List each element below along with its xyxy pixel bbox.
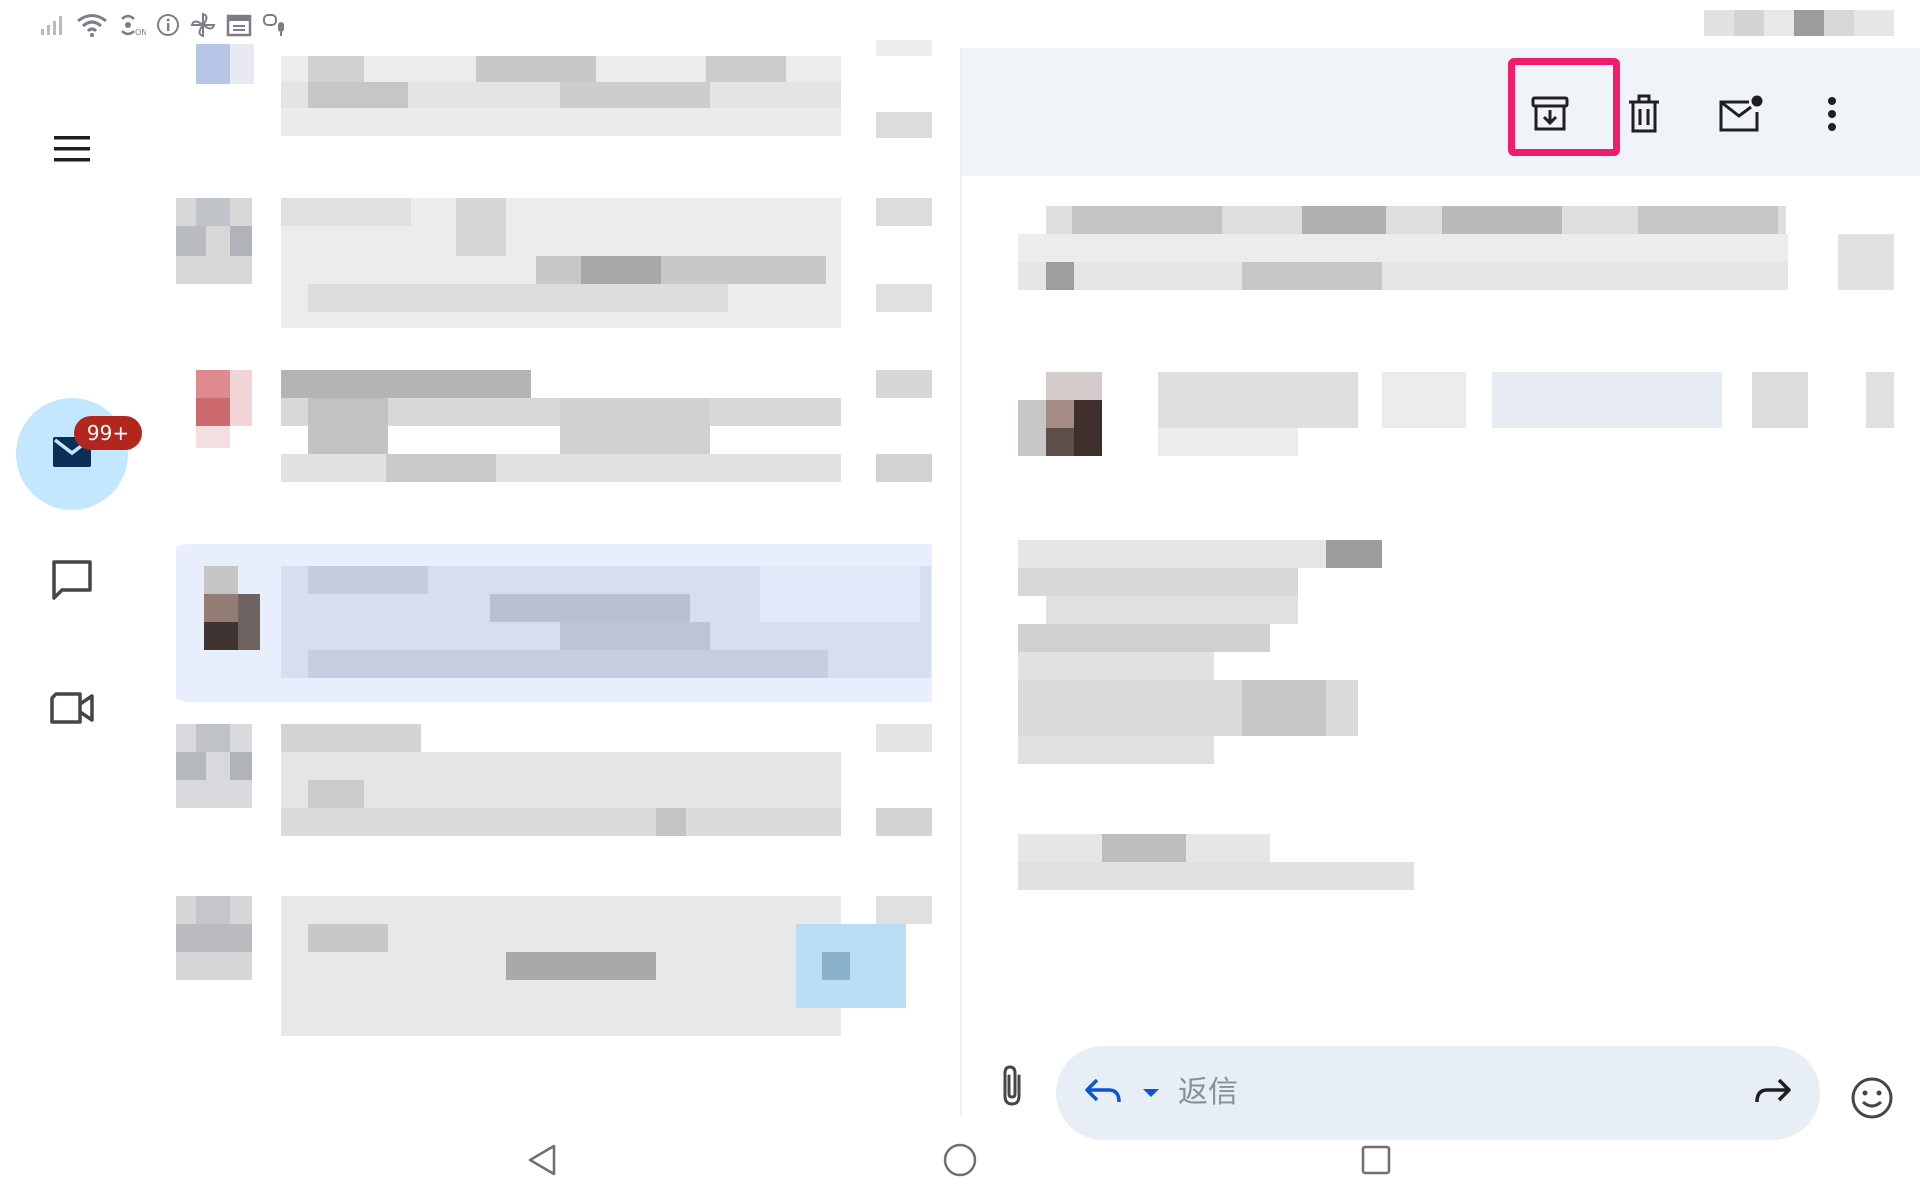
video-icon bbox=[48, 690, 96, 730]
system-nav-bar bbox=[0, 1120, 1920, 1200]
info-icon bbox=[156, 13, 180, 37]
recents-icon bbox=[1360, 1144, 1392, 1180]
menu-button[interactable] bbox=[16, 95, 128, 207]
reply-button[interactable] bbox=[1078, 1068, 1128, 1118]
mail-button[interactable]: 99+ bbox=[16, 398, 142, 510]
status-right-blurred bbox=[1704, 10, 1894, 36]
attach-button[interactable] bbox=[982, 1058, 1042, 1118]
unread-badge: 99+ bbox=[74, 416, 142, 450]
chat-button[interactable] bbox=[16, 526, 128, 638]
hotspot-icon: ON bbox=[118, 13, 146, 37]
more-options-button[interactable] bbox=[1792, 76, 1872, 156]
back-icon bbox=[526, 1143, 558, 1181]
status-bar: ON bbox=[0, 0, 1920, 40]
reading-pane: 返信 bbox=[962, 48, 1920, 1140]
mark-unread-button[interactable] bbox=[1700, 76, 1780, 156]
dropdown-icon bbox=[1141, 1084, 1161, 1103]
pinwheel-icon bbox=[190, 12, 216, 38]
list-item[interactable] bbox=[176, 370, 932, 520]
attach-icon bbox=[998, 1064, 1026, 1112]
home-button[interactable] bbox=[932, 1134, 988, 1190]
gmail-screen: ON 99+ 返信 bbox=[0, 0, 1920, 1200]
recents-button[interactable] bbox=[1348, 1134, 1404, 1190]
reply-mode-dropdown[interactable] bbox=[1136, 1068, 1166, 1118]
svg-text:ON: ON bbox=[135, 28, 146, 37]
calendar-icon bbox=[226, 13, 252, 37]
home-icon bbox=[942, 1142, 978, 1182]
forward-button[interactable] bbox=[1748, 1068, 1798, 1118]
signal-icon bbox=[40, 14, 66, 36]
list-item[interactable] bbox=[176, 896, 932, 1076]
list-item[interactable] bbox=[176, 40, 932, 190]
message-body bbox=[962, 176, 1920, 970]
reply-icon bbox=[1083, 1076, 1123, 1110]
conversation-list[interactable] bbox=[176, 40, 932, 1118]
emoji-icon bbox=[1850, 1076, 1894, 1124]
more-vert-icon bbox=[1826, 96, 1838, 136]
nav-rail: 99+ bbox=[0, 40, 145, 1120]
chat-icon bbox=[50, 558, 94, 606]
reply-label: 返信 bbox=[1178, 1075, 1238, 1110]
wifi-icon bbox=[76, 13, 108, 37]
trash-icon bbox=[1626, 94, 1662, 138]
forward-icon bbox=[1753, 1076, 1793, 1110]
mark-unread-icon bbox=[1717, 94, 1763, 138]
list-item[interactable] bbox=[176, 724, 932, 874]
status-icons: ON bbox=[40, 10, 288, 40]
meet-button[interactable] bbox=[16, 654, 128, 766]
reply-area: 返信 bbox=[962, 970, 1920, 1140]
menu-icon bbox=[52, 134, 92, 168]
mic-icon bbox=[262, 12, 288, 38]
back-button[interactable] bbox=[514, 1134, 570, 1190]
archive-button[interactable] bbox=[1510, 76, 1590, 156]
list-item[interactable] bbox=[176, 198, 932, 348]
selected-list-item[interactable] bbox=[176, 544, 932, 702]
message-toolbar bbox=[962, 48, 1920, 176]
archive-icon bbox=[1530, 94, 1570, 138]
delete-button[interactable] bbox=[1604, 76, 1684, 156]
